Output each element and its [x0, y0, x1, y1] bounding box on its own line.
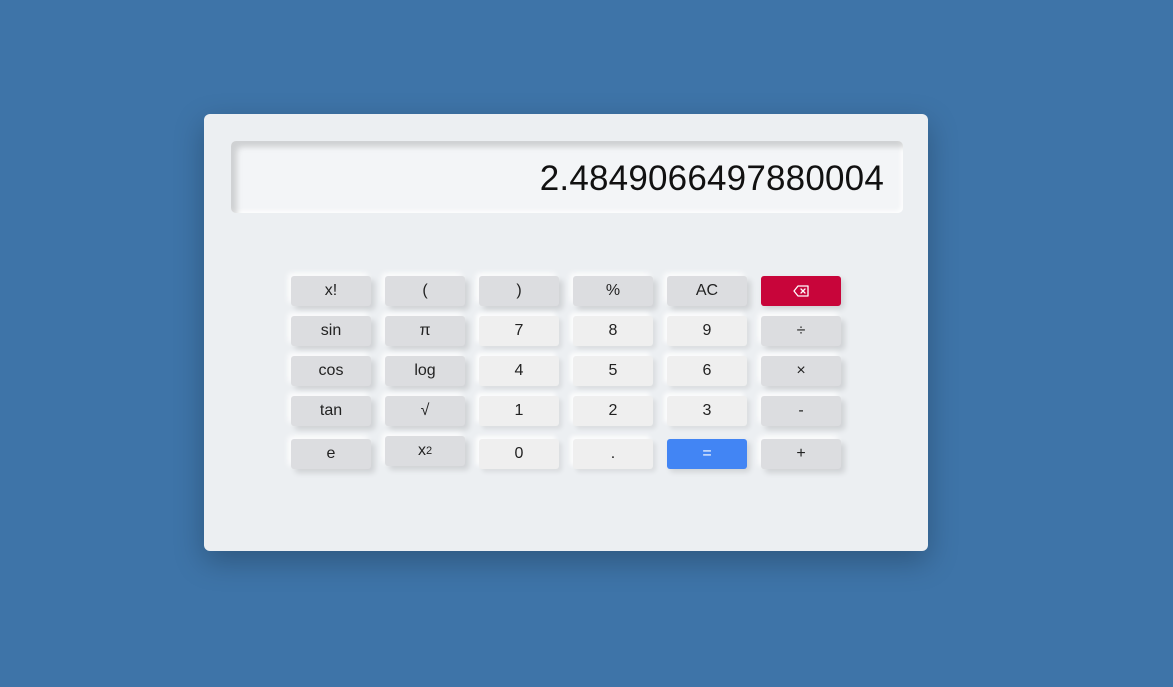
factorial-button[interactable]: x!	[291, 276, 371, 306]
five-button[interactable]: 5	[573, 356, 653, 386]
zero-button[interactable]: 0	[479, 439, 559, 469]
display: 2.4849066497880004	[231, 141, 903, 213]
pi-button[interactable]: π	[385, 316, 465, 346]
four-button[interactable]: 4	[479, 356, 559, 386]
multiply-button[interactable]: ×	[761, 356, 841, 386]
square-base: x	[417, 442, 426, 459]
e-button[interactable]: e	[291, 439, 371, 469]
six-button[interactable]: 6	[667, 356, 747, 386]
nine-button[interactable]: 9	[667, 316, 747, 346]
right-paren-button[interactable]: )	[479, 276, 559, 306]
display-value: 2.4849066497880004	[539, 158, 884, 198]
minus-button[interactable]: -	[761, 396, 841, 426]
percent-button[interactable]: %	[573, 276, 653, 306]
left-paren-button[interactable]: (	[385, 276, 465, 306]
seven-button[interactable]: 7	[479, 316, 559, 346]
calculator: 2.4849066497880004 x! ( ) % AC sin π 7 8…	[204, 114, 928, 551]
clear-button[interactable]: AC	[667, 276, 747, 306]
plus-button[interactable]: +	[761, 439, 841, 469]
backspace-icon	[793, 285, 809, 297]
one-button[interactable]: 1	[479, 396, 559, 426]
sin-button[interactable]: sin	[291, 316, 371, 346]
decimal-button[interactable]: .	[573, 439, 653, 469]
equals-button[interactable]: =	[667, 439, 747, 469]
sqrt-button[interactable]: √	[385, 396, 465, 426]
three-button[interactable]: 3	[667, 396, 747, 426]
backspace-button[interactable]	[761, 276, 841, 306]
square-button[interactable]: x2	[385, 436, 465, 466]
divide-button[interactable]: ÷	[761, 316, 841, 346]
two-button[interactable]: 2	[573, 396, 653, 426]
log-button[interactable]: log	[385, 356, 465, 386]
cos-button[interactable]: cos	[291, 356, 371, 386]
eight-button[interactable]: 8	[573, 316, 653, 346]
tan-button[interactable]: tan	[291, 396, 371, 426]
